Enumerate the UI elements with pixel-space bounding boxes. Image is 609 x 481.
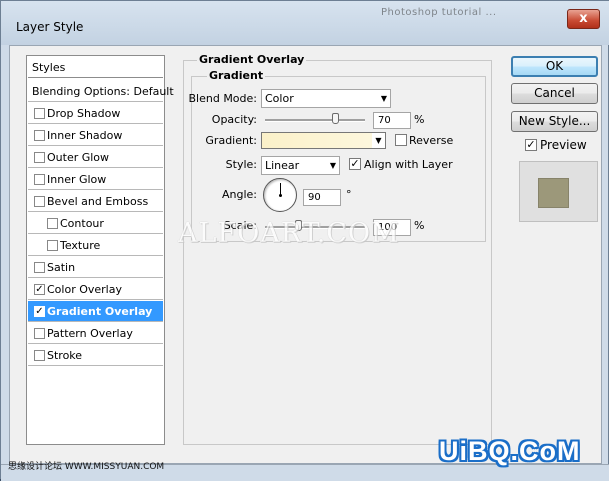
title-bar: Layer Style Photoshop tutorial ... x (1, 1, 609, 45)
style-item[interactable]: Satin (28, 257, 163, 278)
angle-unit: ° (346, 188, 352, 201)
chevron-down-icon: ▼ (380, 94, 387, 103)
preview-box (519, 161, 598, 222)
close-icon: x (579, 11, 588, 26)
watermark-bottom-left: 思缘设计论坛 WWW.MISSYUAN.COM (8, 462, 165, 472)
style-item[interactable]: Bevel and Emboss (28, 191, 163, 212)
style-item-checkbox[interactable] (34, 328, 45, 339)
style-dropdown[interactable]: Linear ▼ (261, 156, 340, 175)
style-item-label: Drop Shadow (47, 107, 121, 120)
style-item-label: Outer Glow (47, 151, 110, 164)
style-value: Linear (265, 159, 300, 172)
style-item-checkbox[interactable] (34, 174, 45, 185)
style-item-label: Texture (60, 239, 101, 252)
style-item[interactable]: ✓ Gradient Overlay (28, 301, 163, 322)
scale-unit: % (414, 219, 425, 232)
align-with-layer-checkbox[interactable]: ✓ (349, 158, 361, 170)
style-item-label: Inner Glow (47, 173, 107, 186)
opacity-slider-track[interactable] (265, 119, 365, 122)
angle-input[interactable]: 90 (303, 189, 341, 206)
style-item-checkbox[interactable] (34, 130, 45, 141)
cancel-button[interactable]: Cancel (511, 83, 598, 104)
angle-dial[interactable] (263, 178, 297, 212)
close-button[interactable]: x (567, 9, 600, 29)
style-item[interactable]: Texture (28, 235, 163, 256)
opacity-unit: % (414, 113, 425, 126)
style-item-checkbox[interactable] (34, 262, 45, 273)
style-item-checkbox[interactable]: ✓ (34, 284, 45, 295)
group-title: Gradient (207, 69, 266, 82)
style-item-label: Stroke (47, 349, 83, 362)
window-title: Layer Style (16, 20, 84, 34)
opacity-input[interactable]: 70 (373, 112, 411, 129)
style-item[interactable]: Inner Shadow (28, 125, 163, 146)
preview-swatch (538, 178, 569, 208)
new-style-button[interactable]: New Style... (511, 111, 598, 132)
reverse-label: Reverse (409, 134, 454, 147)
preview-checkbox[interactable]: ✓ (525, 139, 537, 151)
style-item-checkbox[interactable] (34, 350, 45, 361)
style-item-checkbox[interactable] (47, 218, 58, 229)
style-item-label: Blending Options: Default (32, 85, 174, 98)
style-item[interactable]: Outer Glow (28, 147, 163, 168)
style-item[interactable]: ✓ Color Overlay (28, 279, 163, 300)
style-item-label: Color Overlay (47, 283, 122, 296)
gradient-picker-button[interactable]: ▼ (372, 132, 386, 149)
chevron-down-icon: ▼ (375, 136, 382, 145)
ok-button[interactable]: OK (511, 56, 598, 77)
style-item-checkbox[interactable] (34, 108, 45, 119)
style-item-checkbox[interactable]: ✓ (34, 306, 45, 317)
style-item-label: Inner Shadow (47, 129, 123, 142)
style-item[interactable]: Inner Glow (28, 169, 163, 190)
style-item-label: Contour (60, 217, 104, 230)
blend-mode-dropdown[interactable]: Color ▼ (261, 89, 391, 108)
style-item-label: Pattern Overlay (47, 327, 133, 340)
angle-label: Angle: (221, 188, 257, 201)
style-item[interactable]: Blending Options: Default (28, 81, 174, 102)
preview-label: Preview (540, 138, 587, 152)
style-item-label: Gradient Overlay (47, 305, 153, 318)
chevron-down-icon: ▼ (329, 161, 336, 170)
style-item[interactable]: Contour (28, 213, 163, 234)
style-item-label: Satin (47, 261, 76, 274)
style-item[interactable]: Pattern Overlay (28, 323, 163, 344)
reverse-checkbox[interactable] (395, 134, 407, 146)
style-label: Style: (225, 158, 257, 171)
opacity-slider-thumb[interactable] (332, 113, 339, 124)
style-item[interactable]: Stroke (28, 345, 163, 366)
gradient-label: Gradient: (205, 134, 257, 147)
style-item[interactable]: Drop Shadow (28, 103, 163, 124)
watermark-center: ALFOART.COM (178, 218, 400, 249)
style-item-checkbox[interactable] (34, 152, 45, 163)
gradient-swatch[interactable] (261, 132, 373, 149)
watermark-logo: UiBQ.CoM (439, 436, 581, 466)
style-item-checkbox[interactable] (34, 196, 45, 207)
styles-list: Styles Blending Options: Default Drop Sha… (26, 55, 174, 445)
style-item-label: Bevel and Emboss (47, 195, 149, 208)
background-window-text: Photoshop tutorial ... (381, 7, 497, 18)
section-title: Gradient Overlay (197, 53, 307, 66)
opacity-label: Opacity: (211, 113, 257, 126)
blend-mode-label: Blend Mode: (188, 92, 258, 105)
styles-header[interactable]: Styles (28, 57, 163, 78)
angle-center-dot (279, 194, 282, 197)
style-item-checkbox[interactable] (47, 240, 58, 251)
blend-mode-value: Color (265, 92, 294, 105)
align-with-layer-label: Align with Layer (364, 158, 453, 171)
